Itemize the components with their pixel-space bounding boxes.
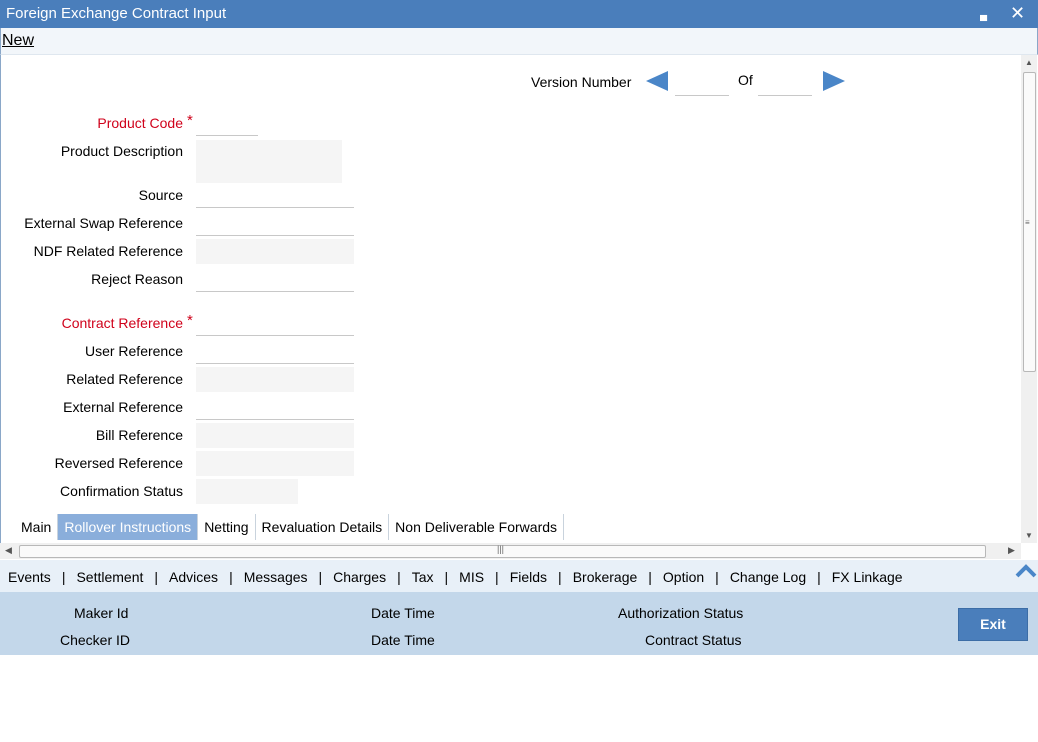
tab-revaluation-details[interactable]: Revaluation Details <box>256 514 390 540</box>
source-label: Source <box>138 187 183 203</box>
exit-button[interactable]: Exit <box>958 608 1028 641</box>
external-swap-reference-label: External Swap Reference <box>24 215 183 231</box>
contract-reference-input[interactable] <box>196 311 354 336</box>
product-code-label: Product Code <box>97 115 183 131</box>
horizontal-grip-icon: ||| <box>497 544 505 554</box>
external-reference-input[interactable] <box>196 395 354 420</box>
tab-non-deliverable-forwards[interactable]: Non Deliverable Forwards <box>389 514 565 540</box>
reversed-reference-label: Reversed Reference <box>54 455 183 471</box>
link-separator: | <box>495 569 499 585</box>
tab-strip: Main Rollover Instructions Netting Reval… <box>15 514 565 540</box>
link-separator: | <box>397 569 401 585</box>
version-current-input[interactable] <box>675 71 729 96</box>
product-description-label: Product Description <box>60 143 183 159</box>
horizontal-scrollbar[interactable]: ◀ ||| ▶ <box>0 543 1021 559</box>
link-tax[interactable]: Tax <box>412 569 434 585</box>
link-advices[interactable]: Advices <box>169 569 218 585</box>
vertical-grip-icon: ≡ <box>1025 218 1030 227</box>
user-reference-input[interactable] <box>196 339 354 364</box>
related-reference-field <box>196 367 354 392</box>
scroll-up-icon[interactable]: ▲ <box>1025 58 1033 67</box>
confirmation-status-field <box>196 479 298 504</box>
link-separator: | <box>61 569 66 585</box>
previous-version-icon[interactable] <box>646 71 668 91</box>
subsystem-link-bar: Events | Settlement | Advices | Messages | C… <box>0 560 1038 592</box>
product-description-field <box>196 140 342 183</box>
link-brokerage[interactable]: Brokerage <box>573 569 638 585</box>
window-titlebar: Foreign Exchange Contract Input ▄ ✕ <box>0 0 1038 28</box>
audit-footer: Maker Id Checker ID Date Time Date Time … <box>0 592 1038 655</box>
form-area: Version Number Of Product Code * Product… <box>0 55 1021 543</box>
link-separator: | <box>229 569 233 585</box>
reversed-reference-field <box>196 451 354 476</box>
scroll-left-icon[interactable]: ◀ <box>5 545 12 556</box>
related-reference-label: Related Reference <box>66 371 183 387</box>
source-input[interactable] <box>196 183 354 208</box>
ndf-related-reference-label: NDF Related Reference <box>33 243 183 259</box>
collapse-chevron-up-icon[interactable] <box>1014 560 1038 582</box>
scroll-down-icon[interactable]: ▼ <box>1025 531 1033 540</box>
checker-id-label: Checker ID <box>60 632 131 648</box>
link-separator: | <box>817 569 821 585</box>
required-indicator: * <box>187 312 193 329</box>
contract-reference-label: Contract Reference <box>61 315 183 331</box>
minimize-icon[interactable]: ▄ <box>980 4 987 28</box>
user-reference-label: User Reference <box>84 343 183 359</box>
link-charges[interactable]: Charges <box>333 569 386 585</box>
link-separator: | <box>444 569 449 585</box>
link-events[interactable]: Events <box>8 569 51 585</box>
product-code-input[interactable] <box>196 111 258 136</box>
scroll-right-icon[interactable]: ▶ <box>1008 545 1015 556</box>
link-separator: | <box>318 569 323 585</box>
link-fx-linkage[interactable]: FX Linkage <box>832 569 903 585</box>
close-icon[interactable]: ✕ <box>1010 1 1025 25</box>
reject-reason-label: Reject Reason <box>91 271 183 287</box>
confirmation-status-label: Confirmation Status <box>60 483 183 499</box>
maker-id-label: Maker Id <box>74 605 129 621</box>
link-separator: | <box>715 569 719 585</box>
link-option[interactable]: Option <box>663 569 704 585</box>
external-reference-label: External Reference <box>63 399 183 415</box>
contract-status-label: Contract Status <box>645 632 742 648</box>
required-indicator: * <box>187 112 193 129</box>
version-number-label: Version Number <box>531 74 632 90</box>
menu-bar: New <box>0 28 1038 55</box>
authorization-status-label: Authorization Status <box>618 605 744 621</box>
bill-reference-label: Bill Reference <box>95 427 183 443</box>
new-link[interactable]: New <box>2 32 34 50</box>
version-of-label: Of <box>738 72 753 88</box>
ndf-related-reference-field <box>196 239 354 264</box>
next-version-icon[interactable] <box>823 71 845 91</box>
link-settlement[interactable]: Settlement <box>76 569 143 585</box>
link-messages[interactable]: Messages <box>244 569 308 585</box>
tab-rollover-instructions[interactable]: Rollover Instructions <box>58 514 199 540</box>
bill-reference-field <box>196 423 354 448</box>
vertical-scrollbar[interactable]: ▲ ≡ ▼ <box>1021 55 1037 543</box>
window-title: Foreign Exchange Contract Input <box>6 5 227 22</box>
external-swap-reference-input[interactable] <box>196 211 354 236</box>
maker-date-time-label: Date Time <box>371 605 435 621</box>
link-fields[interactable]: Fields <box>510 569 547 585</box>
link-separator: | <box>154 569 159 585</box>
tab-netting[interactable]: Netting <box>198 514 256 540</box>
tab-main[interactable]: Main <box>15 514 59 540</box>
link-separator: | <box>558 569 562 585</box>
link-change-log[interactable]: Change Log <box>730 569 806 585</box>
link-separator: | <box>648 569 652 585</box>
reject-reason-input[interactable] <box>196 267 354 292</box>
checker-date-time-label: Date Time <box>371 632 435 648</box>
link-mis[interactable]: MIS <box>459 569 484 585</box>
version-total-input[interactable] <box>758 71 812 96</box>
